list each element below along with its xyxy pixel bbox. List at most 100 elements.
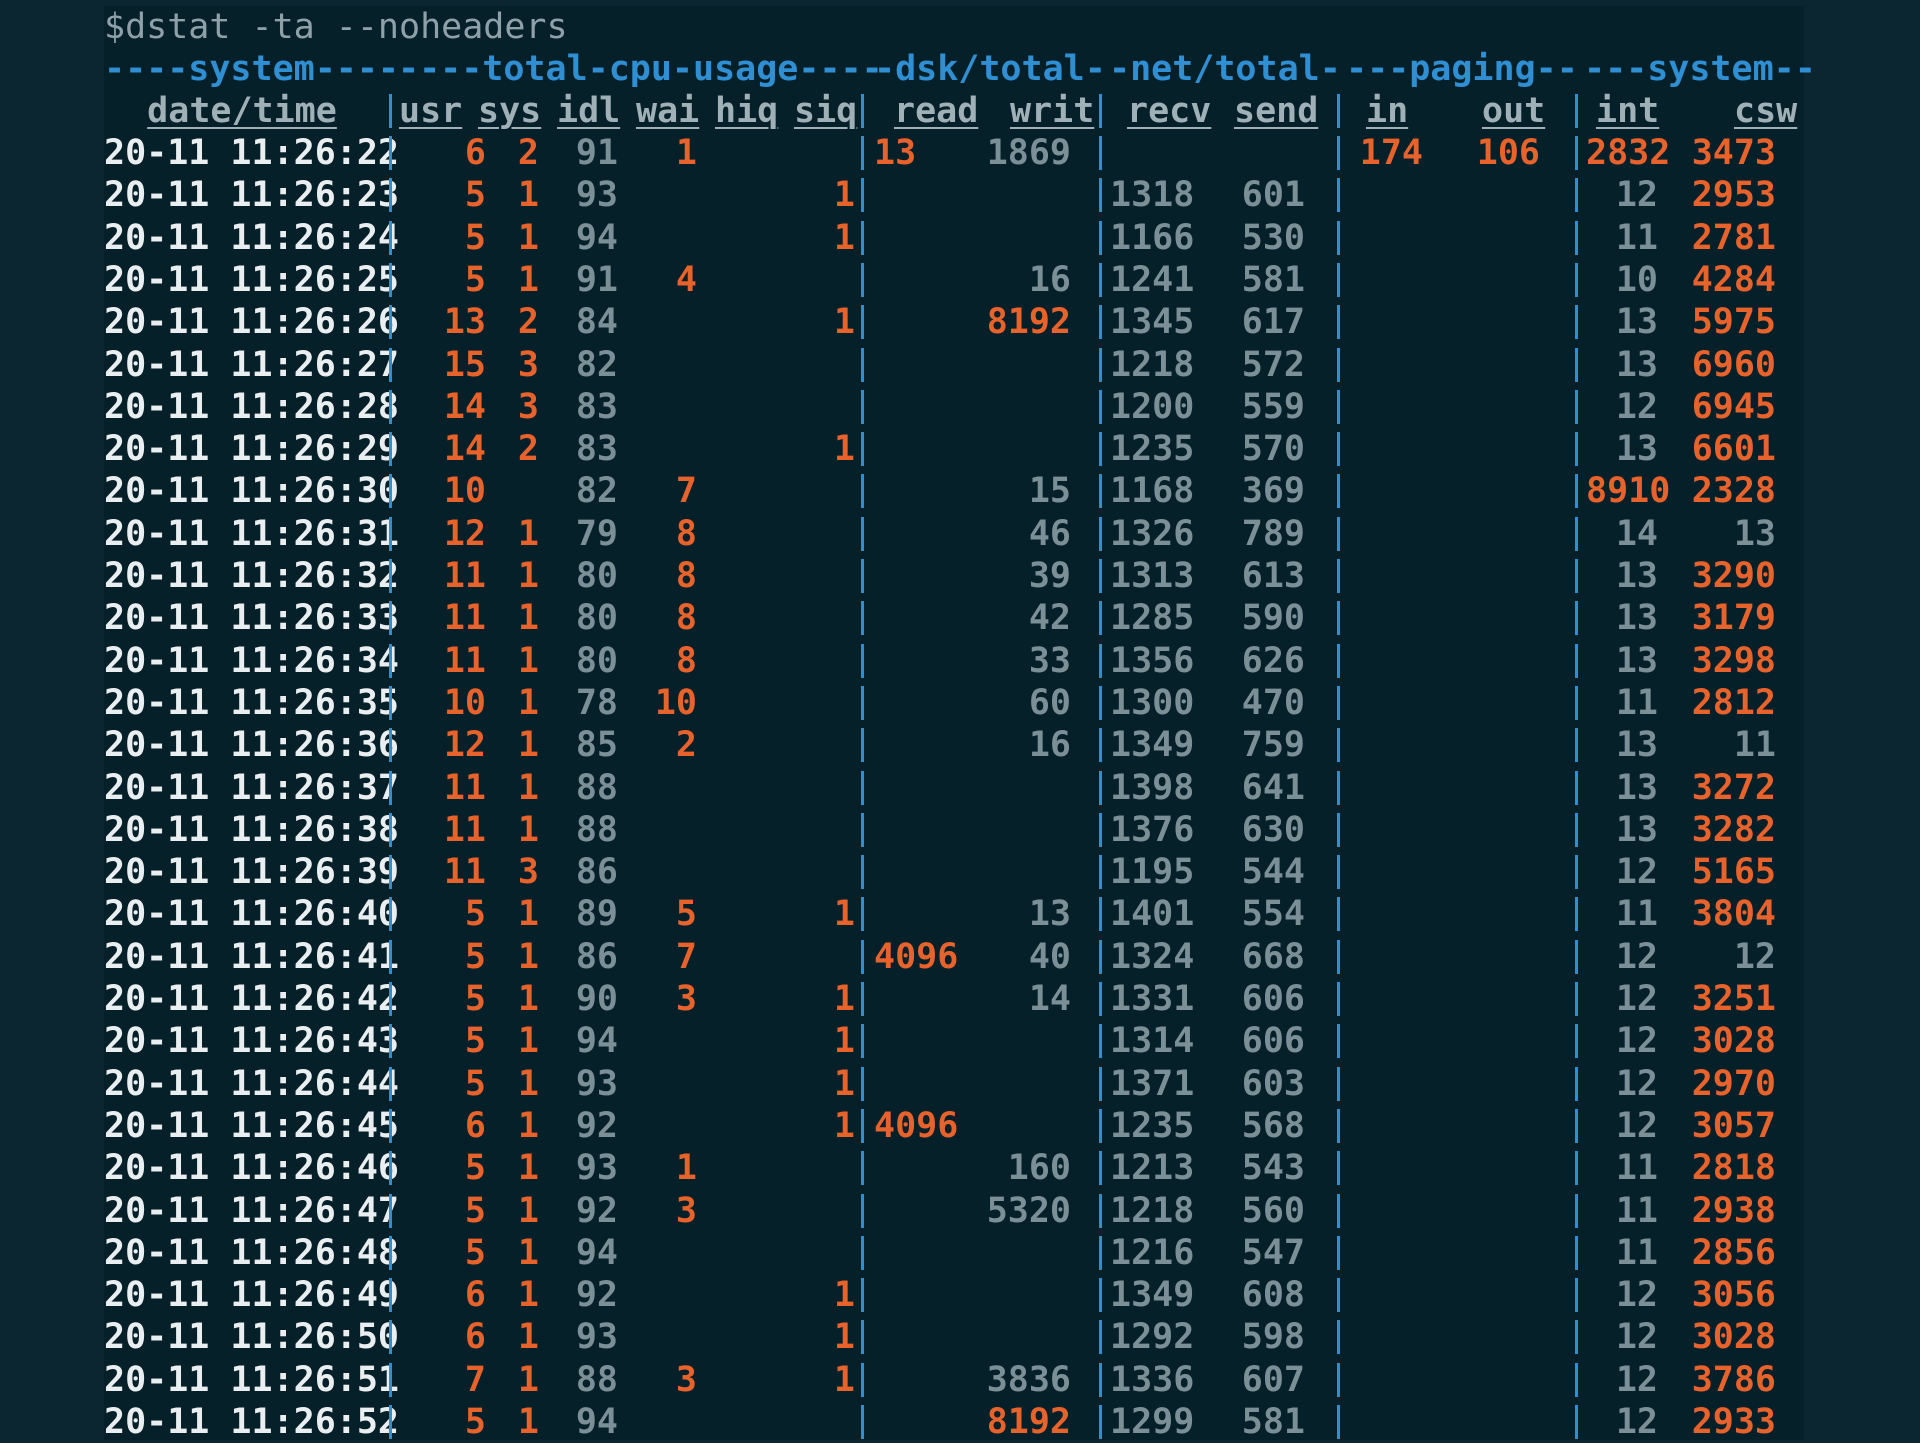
column-separator (1337, 812, 1340, 847)
column-separator (1337, 685, 1340, 720)
table-row: 20-11 11:26:33 11 1 80 8 42 1285 590 13 3179 (104, 597, 1804, 639)
cell-csw: 5975 (1691, 302, 1776, 343)
cell-wai: 1 (675, 1148, 697, 1189)
cell-read: 13 (874, 133, 917, 173)
cell-siq: 1 (833, 1275, 855, 1316)
column-separator (1337, 1108, 1340, 1143)
cell-writ: 46 (1028, 513, 1071, 554)
header-recv: recv (1127, 91, 1212, 131)
column-separator (1575, 685, 1578, 720)
group-total-cpu-usage: ----total-cpu-usage---- (398, 49, 883, 89)
table-row: 20-11 11:26:23 5 1 93 1 1318 601 12 2953 (104, 174, 1804, 216)
header-idl: idl (557, 91, 621, 131)
cell-send: 630 (1241, 809, 1305, 850)
column-separator (1575, 559, 1578, 593)
column-separator (389, 1405, 392, 1439)
column-separator (1337, 1405, 1340, 1439)
cell-send: 590 (1241, 598, 1305, 639)
column-separator (1337, 220, 1340, 255)
cell-send: 607 (1241, 1359, 1305, 1400)
column-separator (1099, 389, 1102, 424)
column-separator (389, 136, 392, 170)
column-separator (1099, 770, 1102, 805)
cell-send: 617 (1241, 302, 1305, 343)
cell-send: 547 (1241, 1232, 1305, 1273)
column-separator (861, 136, 864, 170)
cell-csw: 3028 (1691, 1021, 1776, 1062)
cell-idl: 93 (575, 1317, 618, 1358)
cell-csw: 2938 (1691, 1190, 1776, 1231)
column-separator (1099, 220, 1102, 255)
column-separator (861, 559, 864, 593)
column-separator (861, 1066, 864, 1101)
column-separator (1337, 559, 1340, 593)
column-separator (389, 1151, 392, 1186)
cell-send: 543 (1241, 1148, 1305, 1189)
cell-writ: 160 (1007, 1148, 1071, 1189)
cell-send: 789 (1241, 513, 1305, 554)
column-separator (861, 220, 864, 255)
header-siq: siq (794, 91, 858, 131)
column-separator (1337, 474, 1340, 509)
column-separator (1337, 1151, 1340, 1186)
table-row: 20-11 11:26:31 12 1 79 8 46 1326 789 14 13 (104, 513, 1804, 555)
cell-csw: 3056 (1691, 1275, 1776, 1316)
cell-csw: 6601 (1691, 429, 1776, 470)
column-separator (861, 1405, 864, 1439)
column-separator (861, 305, 864, 340)
cell-csw: 2953 (1691, 175, 1776, 216)
group-system-2: ---system-- (1584, 49, 1816, 89)
column-separator (861, 643, 864, 678)
column-separator (1337, 178, 1340, 213)
cell-siq: 1 (833, 1021, 855, 1062)
table-row: 20-11 11:26:51 7 1 88 3 1 3836 1336 607 12 3786 (104, 1359, 1804, 1401)
column-separator (389, 1066, 392, 1101)
cell-writ: 14 (1028, 979, 1071, 1019)
cell-csw: 2812 (1691, 682, 1776, 723)
column-separator (861, 601, 864, 636)
column-separator (1575, 305, 1578, 340)
column-separator (1575, 220, 1578, 255)
cell-csw: 3804 (1691, 894, 1776, 935)
cell-idl: 88 (575, 809, 618, 850)
cell-csw: 3786 (1691, 1359, 1776, 1400)
column-separator (1575, 389, 1578, 424)
cell-idl: 92 (575, 1105, 618, 1146)
cell-writ: 5320 (986, 1190, 1071, 1231)
cell-wai: 8 (675, 640, 697, 681)
cell-writ: 8192 (986, 302, 1071, 343)
column-separator (1575, 1066, 1578, 1101)
column-separator (1099, 982, 1102, 1016)
cell-siq: 1 (833, 302, 855, 343)
column-separator (389, 1278, 392, 1313)
column-separator (1099, 474, 1102, 509)
column-separator (1099, 1024, 1102, 1059)
cell-idl: 93 (575, 1063, 618, 1104)
column-separator (1337, 982, 1340, 1016)
column-separator (1575, 1193, 1578, 1228)
table-row: 20-11 11:26:39 11 3 86 1195 544 12 5165 (104, 851, 1804, 893)
cell-send: 608 (1241, 1275, 1305, 1316)
table-row: 20-11 11:26:40 5 1 89 5 1 13 1401 554 11 3804 (104, 893, 1804, 935)
table-row: 20-11 11:26:52 5 1 94 8192 1299 581 12 2933 (104, 1401, 1804, 1443)
group-net-total: -net/total- (1109, 49, 1341, 89)
column-separator (861, 728, 864, 763)
column-separator (389, 389, 392, 424)
cell-idl: 94 (575, 1402, 618, 1442)
column-separator (389, 770, 392, 805)
cell-send: 603 (1241, 1063, 1305, 1104)
column-separator (1337, 1278, 1340, 1313)
header-wai: wai (636, 91, 700, 131)
cell-csw: 2781 (1691, 217, 1776, 258)
column-separator (1337, 389, 1340, 424)
column-separator (389, 1108, 392, 1143)
column-separator (1099, 262, 1102, 297)
column-separator (861, 1320, 864, 1355)
cell-send: 641 (1241, 767, 1305, 808)
cell-siq: 1 (833, 175, 855, 216)
table-row: 20-11 11:26:46 5 1 93 1 160 1213 543 11 2818 (104, 1147, 1804, 1189)
column-separator (1099, 94, 1102, 128)
column-separator (1575, 1362, 1578, 1397)
cell-csw: 6945 (1691, 386, 1776, 427)
cell-wai: 5 (675, 894, 697, 935)
